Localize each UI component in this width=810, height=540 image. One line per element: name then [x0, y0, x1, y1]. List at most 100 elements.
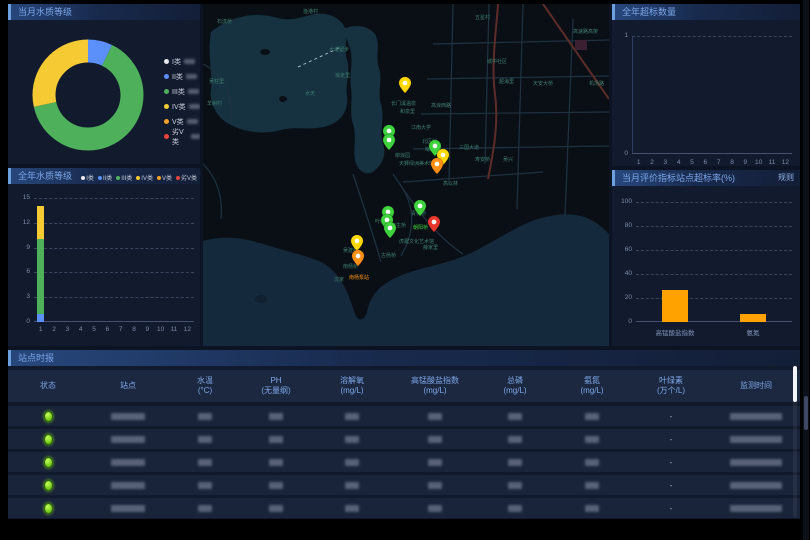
page-scrollbar-thumb[interactable]: [804, 396, 808, 430]
panel-title-year-exceed: 全年超标数量: [612, 4, 800, 20]
x-axis-label: 7: [114, 326, 128, 333]
legend-label: IV类: [141, 173, 153, 182]
column-header-PH: PH(无量纲): [242, 376, 310, 396]
table-scrollbar-thumb[interactable]: [793, 366, 797, 402]
panel-title-month-rate: 当月评价指标站点超标率(%) 规则: [612, 170, 800, 186]
legend-item-II类[interactable]: II类: [164, 69, 200, 84]
x-axis-category-label: 高锰酸盐指数: [635, 327, 715, 337]
x-axis-label: 7: [712, 159, 726, 166]
x-axis-label: 12: [778, 159, 792, 166]
redacted-value: [269, 459, 283, 466]
cell-高锰酸盐指数: [394, 482, 476, 489]
redacted-value: [198, 505, 212, 512]
legend-item-劣V类[interactable]: 劣V类: [164, 129, 200, 144]
cell-水温: [168, 436, 242, 443]
station-pin-green[interactable]: [413, 199, 427, 217]
redacted-value: [730, 459, 782, 466]
year-exceed-chart: 01123456789101112: [632, 36, 792, 154]
legend-dot: [164, 119, 169, 124]
rate-bar-氨氮: [740, 314, 766, 322]
column-header-叶绿素: 叶绿素(万个/L): [630, 376, 712, 396]
cell-总磷: [476, 505, 554, 512]
redacted-value: [269, 413, 283, 420]
year-legend-item-V类[interactable]: V类: [157, 173, 172, 182]
legend-label: III类: [121, 173, 132, 182]
legend-dot: [164, 134, 169, 139]
station-pin-green[interactable]: [382, 133, 396, 151]
cell-PH: [242, 505, 310, 512]
redacted-value: [191, 134, 200, 139]
column-header-高锰酸盐指数: 高锰酸盐指数(mg/L): [394, 376, 476, 396]
x-axis-label: 2: [47, 326, 61, 333]
x-axis-line: [34, 321, 194, 322]
year-legend-item-劣V类[interactable]: 劣V类: [176, 173, 197, 182]
legend-item-I类[interactable]: I类: [164, 54, 200, 69]
cell-水温: [168, 505, 242, 512]
station-pin-red[interactable]: [427, 215, 441, 233]
redacted-value: [428, 505, 442, 512]
y-axis-label: 80: [616, 222, 632, 229]
cell-站点: [88, 436, 168, 443]
x-axis-label: 5: [685, 159, 699, 166]
redacted-value: [111, 505, 145, 512]
y-axis-line: [632, 36, 633, 154]
redacted-value: [269, 436, 283, 443]
x-axis-label: 11: [765, 159, 779, 166]
chlorophyll-value: -: [670, 481, 673, 490]
dashboard: 当月水质等级 I类II类III类IV类V类劣V类 全年水质等级 I类II类III…: [8, 4, 800, 519]
table-row[interactable]: -: [8, 406, 800, 426]
redacted-value: [269, 482, 283, 489]
table-row[interactable]: -: [8, 475, 800, 495]
cell-监测时间: [712, 505, 800, 512]
page-scrollbar-track[interactable]: [803, 0, 809, 540]
cell-高锰酸盐指数: [394, 505, 476, 512]
y-axis-label: 1: [612, 32, 628, 39]
legend-item-III类[interactable]: III类: [164, 84, 200, 99]
table-row[interactable]: -: [8, 498, 800, 518]
year-quality-legend: I类 II类 III类 IV类 V类劣V类: [81, 173, 197, 182]
status-indicator: [44, 480, 53, 491]
redacted-value: [269, 505, 283, 512]
chlorophyll-value: -: [670, 504, 673, 513]
panel-month-quality: 当月水质等级 I类II类III类IV类V类劣V类: [8, 4, 200, 164]
redacted-value: [508, 505, 522, 512]
x-axis-label: 5: [87, 326, 101, 333]
y-axis-label: 100: [616, 198, 632, 205]
station-pin-green[interactable]: [383, 221, 397, 239]
x-axis-line: [632, 153, 792, 154]
status-indicator: [44, 457, 53, 468]
table-row[interactable]: -: [8, 429, 800, 449]
rules-link[interactable]: 规则: [778, 170, 794, 186]
cell-溶解氧: [310, 482, 394, 489]
legend-item-IV类[interactable]: IV类: [164, 99, 200, 114]
x-axis-label: 9: [140, 326, 154, 333]
legend-label: V类: [172, 117, 184, 127]
gridline: [636, 226, 792, 227]
legend-label: II类: [172, 72, 183, 82]
cell-监测时间: [712, 413, 800, 420]
redacted-value: [345, 413, 359, 420]
redacted-value: [428, 482, 442, 489]
x-axis-category-label: 氨氮: [713, 327, 793, 337]
status-indicator: [44, 411, 53, 422]
legend-dot: [164, 74, 169, 79]
year-legend-item-I类[interactable]: I类: [81, 173, 94, 182]
year-legend-item-III类[interactable]: III类: [116, 173, 132, 182]
year-legend-item-II类[interactable]: II类: [98, 173, 112, 182]
map-pin-label: 南杨泵站: [349, 274, 369, 281]
station-pin-orange[interactable]: [430, 157, 444, 175]
redacted-value: [189, 104, 200, 109]
table-row[interactable]: -: [8, 452, 800, 472]
status-indicator: [44, 434, 53, 445]
legend-label: 劣V类: [181, 173, 197, 182]
station-pin-yellow[interactable]: [398, 76, 412, 94]
station-pin-orange[interactable]: [351, 249, 365, 267]
redacted-value: [585, 505, 599, 512]
y-axis-label: 0: [616, 318, 632, 325]
cell-状态: [8, 503, 88, 514]
year-legend-item-IV类[interactable]: IV类: [136, 173, 153, 182]
x-axis-label: 10: [154, 326, 168, 333]
cell-状态: [8, 457, 88, 468]
map-panel[interactable]: 石流桥渔港村大塘留步浪走里水天吴柱里羊树村五星村城中社区超海里天安大桥机场路高速…: [203, 4, 609, 346]
redacted-value: [111, 482, 145, 489]
